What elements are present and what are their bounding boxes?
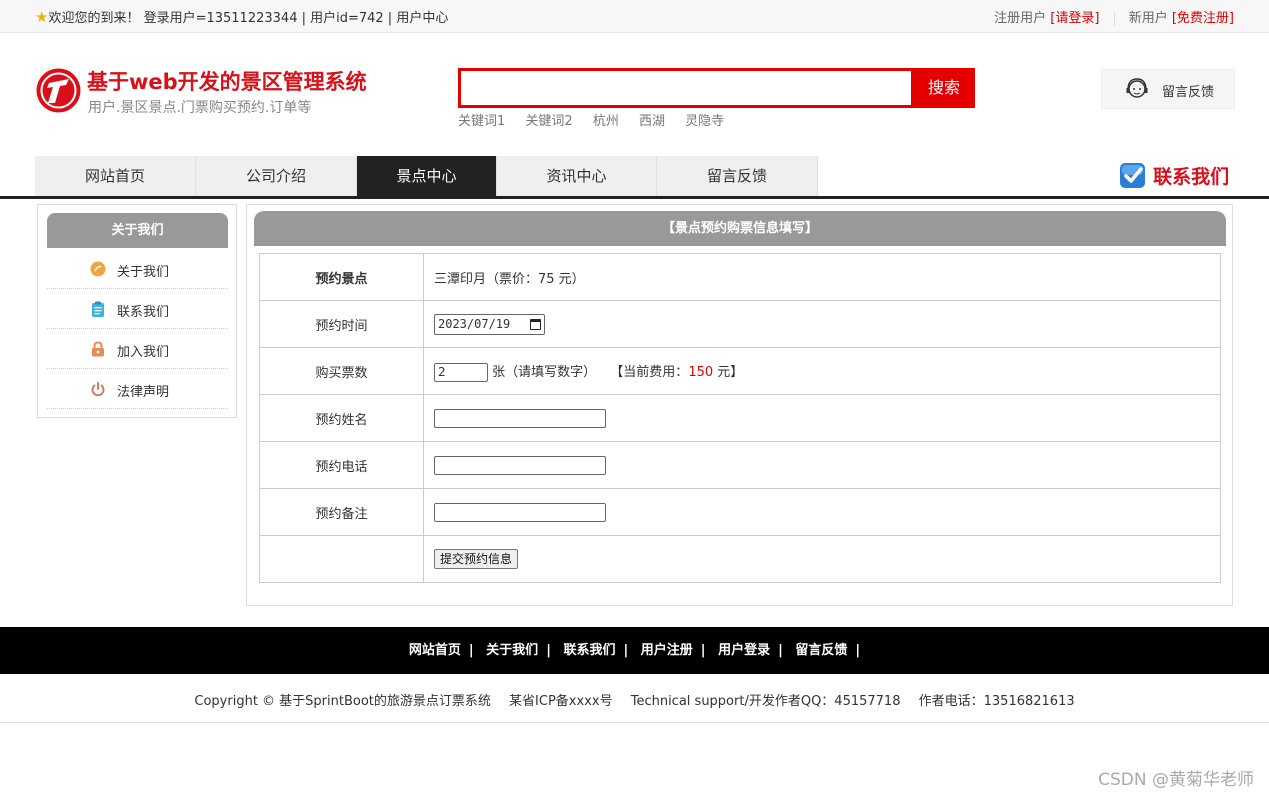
power-icon: [91, 382, 105, 397]
footer-link-about[interactable]: 关于我们: [486, 643, 538, 658]
booking-form-title: 【景点预约购票信息填写】: [254, 211, 1226, 246]
footer-link-home[interactable]: 网站首页: [409, 643, 461, 658]
calendar-icon[interactable]: [530, 318, 541, 330]
phone-input[interactable]: [434, 455, 606, 475]
booking-panel: 【景点预约购票信息填写】 预约景点 三潭印月（票价：75 元） 预约时间 202…: [246, 204, 1233, 606]
keyword-link[interactable]: 关键词2: [525, 114, 572, 129]
ticket-qty-input[interactable]: 2: [434, 362, 488, 382]
spot-label: 预约景点: [259, 253, 424, 301]
watermark: CSDN @黄菊华老师: [1098, 770, 1254, 790]
divider: [0, 722, 1269, 723]
support-text: Technical support/开发作者QQ：45157718: [630, 694, 901, 709]
sidebar-item-label: 联系我们: [117, 305, 170, 320]
form-row-name: 预约姓名: [259, 394, 1221, 442]
search-button[interactable]: 搜索: [913, 68, 975, 108]
nav-item-news[interactable]: 资讯中心: [497, 156, 657, 196]
form-row-phone: 预约电话: [259, 441, 1221, 489]
footer-link-contact[interactable]: 联系我们: [563, 643, 615, 658]
empty-cell: [259, 535, 424, 583]
qty-hint: 张（请填写数字）: [492, 364, 597, 380]
keyword-link[interactable]: 灵隐寺: [685, 114, 724, 129]
footer-link-login[interactable]: 用户登录: [718, 643, 770, 658]
date-value: 2023/07/19: [438, 317, 511, 331]
checkmark-icon: [1120, 163, 1145, 188]
feedback-button[interactable]: 留言反馈: [1101, 69, 1235, 109]
sidebar-item-legal[interactable]: 法律声明: [47, 369, 228, 409]
phone-text: 作者电话：13516821613: [918, 694, 1075, 709]
keyword-list: 关键词1 关键词2 杭州 西湖 灵隐寺: [458, 110, 740, 129]
sidebar-item-label: 法律声明: [117, 385, 170, 400]
copyright-line: Copyright © 基于SprintBoot的旅游景点订票系统 某省ICP备…: [0, 690, 1269, 709]
keyword-link[interactable]: 关键词1: [458, 114, 505, 129]
lock-icon: [92, 341, 104, 357]
registered-label: 注册用户: [994, 11, 1047, 26]
main-nav: 网站首页 公司介绍 景点中心 资讯中心 留言反馈: [35, 156, 818, 196]
form-row-date: 预约时间 2023/07/19: [259, 300, 1221, 348]
keyword-link[interactable]: 西湖: [639, 114, 665, 129]
form-row-note: 预约备注: [259, 488, 1221, 536]
divider: [1113, 11, 1115, 26]
welcome-area: ★欢迎您的到来！ 登录用户=13511223344 | 用户id=742 | 用…: [35, 7, 448, 26]
new-user-label: 新用户: [1128, 11, 1168, 26]
date-input[interactable]: 2023/07/19: [434, 313, 545, 335]
phone-label: 预约电话: [259, 441, 424, 489]
sidebar: 关于我们 关于我们 联系我们 加入我们 法律声明: [37, 204, 237, 418]
fee-suffix: 元】: [713, 364, 744, 380]
top-bar: ★欢迎您的到来！ 登录用户=13511223344 | 用户id=742 | 用…: [0, 0, 1269, 33]
footer-nav: 网站首页 | 关于我们 | 联系我们 | 用户注册 | 用户登录 | 留言反馈 |: [0, 627, 1269, 674]
welcome-text: 欢迎您的到来！ 登录用户=13511223344 | 用户id=742 | 用户…: [48, 11, 449, 26]
clipboard-icon: [92, 301, 104, 317]
sidebar-title: 关于我们: [47, 213, 228, 248]
footer-link-feedback[interactable]: 留言反馈: [795, 643, 847, 658]
logo-icon[interactable]: [35, 67, 82, 114]
copyright-text: Copyright © 基于SprintBoot的旅游景点订票系统: [194, 694, 491, 709]
note-input[interactable]: [434, 502, 606, 522]
fee-value: 150: [688, 364, 714, 380]
name-input[interactable]: [434, 408, 606, 428]
nav-item-home[interactable]: 网站首页: [35, 156, 196, 196]
nav-item-attractions[interactable]: 景点中心: [357, 156, 497, 196]
form-row-submit: 提交预约信息: [259, 535, 1221, 583]
contact-us-label: 联系我们: [1153, 165, 1230, 188]
footer-link-register[interactable]: 用户注册: [641, 643, 693, 658]
fee-prefix: 【当前费用：: [610, 364, 689, 380]
site-subtitle: 用户.景区景点.门票购买预约.订单等: [88, 100, 312, 116]
sidebar-item-label: 加入我们: [117, 345, 170, 360]
submit-button[interactable]: 提交预约信息: [434, 549, 519, 569]
orange-circle-icon: [90, 261, 106, 277]
nav-underline: [0, 196, 1269, 199]
form-row-qty: 购买票数 2 张（请填写数字） 【当前费用：150 元】: [259, 347, 1221, 395]
nav-item-company[interactable]: 公司介绍: [196, 156, 357, 196]
search-input[interactable]: [458, 68, 914, 108]
date-label: 预约时间: [259, 300, 424, 348]
login-link[interactable]: [请登录]: [1050, 11, 1099, 26]
qty-label: 购买票数: [259, 347, 424, 395]
customer-service-icon: [1126, 78, 1148, 98]
contact-us-link[interactable]: 联系我们: [1119, 161, 1229, 191]
feedback-label: 留言反馈: [1162, 85, 1215, 100]
icp-text: 某省ICP备xxxx号: [509, 694, 613, 709]
booking-form: 预约景点 三潭印月（票价：75 元） 预约时间 2023/07/19 购买票数 …: [259, 253, 1221, 583]
sidebar-item-contact[interactable]: 联系我们: [47, 289, 228, 329]
spot-value: 三潭印月（票价：75 元）: [423, 253, 1221, 301]
nav-item-feedback[interactable]: 留言反馈: [657, 156, 818, 196]
form-row-spot: 预约景点 三潭印月（票价：75 元）: [259, 253, 1221, 301]
register-link[interactable]: [免费注册]: [1172, 11, 1234, 26]
account-links: 注册用户 [请登录] 新用户 [免费注册]: [994, 7, 1234, 26]
note-label: 预约备注: [259, 488, 424, 536]
keyword-link[interactable]: 杭州: [593, 114, 619, 129]
sidebar-item-label: 关于我们: [117, 265, 170, 280]
sidebar-item-about[interactable]: 关于我们: [47, 249, 228, 289]
sidebar-item-join[interactable]: 加入我们: [47, 329, 228, 369]
star-icon: ★: [35, 8, 49, 26]
site-title: 基于web开发的景区管理系统: [87, 70, 367, 94]
name-label: 预约姓名: [259, 394, 424, 442]
